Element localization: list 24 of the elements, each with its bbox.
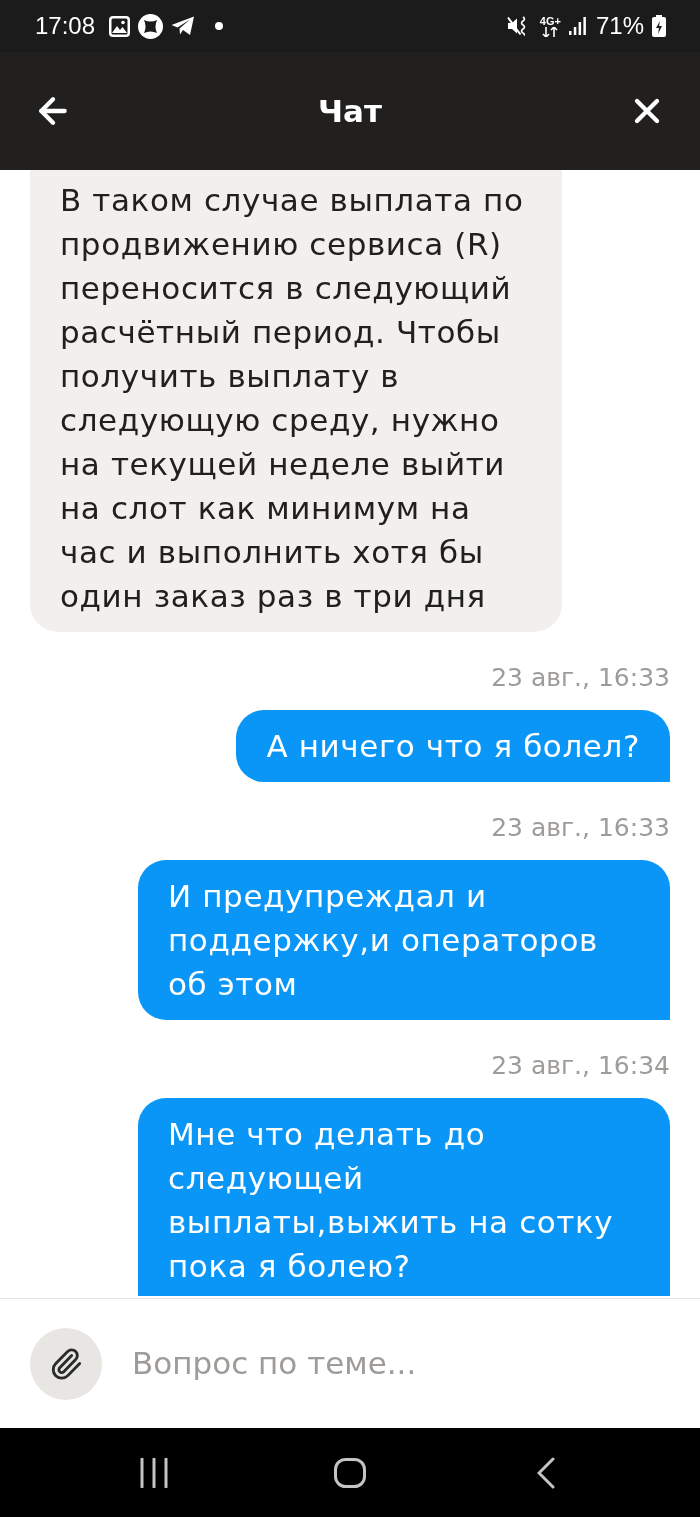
network-type: 4G+ — [539, 15, 561, 27]
gallery-icon — [109, 15, 131, 37]
signal-icon — [568, 17, 586, 35]
incoming-message: В таком случае выплата по продвижению сервиса (R) переносится в следующий расчётный период. Чтобы получить выплату в следующую среду, нужно на текущей неделе выйти на слот как минимум на час и выполнить хотя бы один заказ раз в три дня — [30, 170, 562, 632]
back-chevron-icon — [537, 1456, 555, 1489]
outgoing-message: А ничего что я болел? — [236, 710, 670, 782]
paperclip-icon — [49, 1346, 83, 1381]
status-time: 17:08 — [35, 14, 96, 38]
message-timestamp: 23 авг., 16:33 — [491, 813, 670, 843]
battery-charging-icon — [652, 15, 666, 37]
outgoing-message: И предупреждал и поддержку,и операторов об этом — [138, 860, 670, 1020]
message-timestamp: 23 авг., 16:34 — [491, 1051, 670, 1081]
paper-plane-icon — [171, 16, 196, 36]
message-timestamp: 23 авг., 16:33 — [491, 663, 670, 693]
outgoing-message: Мне что делать до следующей выплаты,выжить на сотку пока я болею? — [138, 1098, 670, 1296]
home-icon — [334, 1457, 366, 1488]
battery-percent: 71% — [595, 14, 644, 38]
notification-dot-icon — [215, 22, 224, 30]
vibrate-mute-icon — [506, 16, 528, 36]
data-arrows-icon — [542, 26, 559, 37]
message-input[interactable]: Вопрос по теме... — [132, 1340, 670, 1387]
star-circle-icon — [138, 13, 164, 39]
header-title: Чат — [318, 95, 382, 127]
recent-apps-icon — [140, 1457, 168, 1488]
